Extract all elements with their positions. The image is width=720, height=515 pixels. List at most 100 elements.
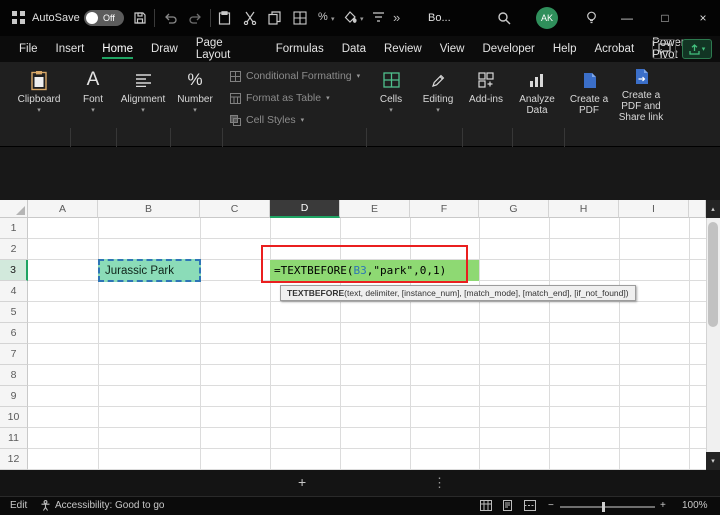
create-pdf-button[interactable]: Create a PDF — [566, 68, 612, 116]
zoom-level[interactable]: 100% — [682, 500, 708, 511]
conditional-formatting-button[interactable]: Conditional Formatting ▾ — [230, 70, 360, 82]
column-header-c[interactable]: C — [200, 200, 270, 218]
chevron-down-icon: ▾ — [356, 73, 361, 80]
percent-icon: % — [187, 70, 203, 89]
divider — [154, 9, 155, 27]
autosave-label: AutoSave — [32, 12, 80, 24]
analyze-data-button[interactable]: Analyze Data — [514, 68, 560, 116]
column-header-f[interactable]: F — [410, 200, 479, 218]
close-button[interactable]: × — [686, 0, 720, 36]
tab-page-layout[interactable]: Page Layout — [187, 36, 267, 62]
row-header-2[interactable]: 2 — [0, 239, 28, 260]
select-all-triangle-icon — [16, 206, 25, 215]
row-header-10[interactable]: 10 — [0, 407, 28, 428]
vertical-scrollbar-thumb[interactable] — [708, 222, 718, 327]
tab-acrobat[interactable]: Acrobat — [586, 36, 644, 62]
select-all-button[interactable] — [0, 200, 28, 218]
font-group-button[interactable]: A Font ▾ — [72, 68, 114, 114]
paste-icon[interactable] — [218, 11, 231, 25]
tab-formulas[interactable]: Formulas — [267, 36, 333, 62]
undo-icon[interactable] — [163, 11, 178, 25]
cells-group-button[interactable]: Cells ▾ — [368, 68, 414, 114]
search-icon[interactable] — [497, 11, 511, 25]
save-icon[interactable] — [133, 11, 147, 25]
chevron-down-icon: ▾ — [37, 107, 41, 114]
alignment-icon — [135, 68, 152, 92]
new-sheet-icon[interactable]: + — [298, 474, 306, 490]
add-ins-button[interactable]: Add-ins — [464, 68, 508, 105]
column-header-g[interactable]: G — [479, 200, 549, 218]
zoom-slider[interactable] — [560, 506, 655, 508]
fill-color-icon[interactable] — [344, 11, 357, 24]
row-header-8[interactable]: 8 — [0, 365, 28, 386]
chevron-down-icon[interactable]: ▾ — [331, 15, 335, 23]
page-layout-view-icon[interactable] — [502, 500, 513, 511]
cell-b3[interactable]: Jurassic Park — [98, 259, 201, 282]
row-header-11[interactable]: 11 — [0, 428, 28, 449]
row-header-4[interactable]: 4 — [0, 281, 28, 302]
sort-filter-icon[interactable] — [372, 11, 385, 24]
alignment-group-button[interactable]: Alignment ▾ — [118, 68, 168, 114]
minimize-button[interactable]: — — [610, 0, 644, 36]
cell-styles-button[interactable]: Cell Styles ▾ — [230, 114, 304, 126]
normal-view-icon[interactable] — [480, 500, 492, 511]
accessibility-status[interactable]: Accessibility: Good to go — [55, 500, 165, 511]
create-pdf-share-button[interactable]: Create a PDF and Share link — [614, 64, 668, 123]
chevron-down-icon[interactable]: ▾ — [360, 15, 364, 23]
page-break-view-icon[interactable] — [524, 500, 536, 511]
gridline — [98, 218, 99, 470]
accessibility-icon[interactable] — [40, 500, 51, 511]
zoom-in-icon[interactable]: + — [660, 500, 666, 511]
row-header-1[interactable]: 1 — [0, 218, 28, 239]
percent-style-icon[interactable]: % — [318, 11, 328, 23]
row-header-5[interactable]: 5 — [0, 302, 28, 323]
zoom-out-icon[interactable]: − — [548, 500, 554, 511]
column-header-i[interactable]: I — [619, 200, 689, 218]
app-launcher-icon[interactable] — [12, 11, 25, 24]
column-header-a[interactable]: A — [28, 200, 98, 218]
column-header-h[interactable]: H — [549, 200, 619, 218]
format-as-table-button[interactable]: Format as Table ▾ — [230, 92, 330, 104]
comments-button[interactable] — [652, 39, 676, 59]
tab-data[interactable]: Data — [333, 36, 375, 62]
column-header-partial[interactable] — [689, 200, 706, 218]
maximize-button[interactable]: □ — [648, 0, 682, 36]
row-header-7[interactable]: 7 — [0, 344, 28, 365]
account-avatar[interactable]: AK — [536, 7, 558, 29]
column-header-b[interactable]: B — [98, 200, 200, 218]
tab-insert[interactable]: Insert — [47, 36, 94, 62]
tab-file[interactable]: File — [10, 36, 47, 62]
number-group-button[interactable]: % Number ▾ — [172, 68, 218, 114]
row-header-12[interactable]: 12 — [0, 449, 28, 470]
tab-home[interactable]: Home — [93, 36, 142, 62]
borders-icon[interactable] — [293, 11, 307, 25]
scroll-up-icon[interactable]: ▴ — [706, 200, 720, 218]
cut-scissors-icon[interactable] — [243, 11, 257, 25]
tab-review[interactable]: Review — [375, 36, 431, 62]
divider — [210, 9, 211, 27]
share-button[interactable]: ▾ — [682, 39, 712, 59]
chevron-down-icon: ▾ — [701, 46, 706, 53]
tab-developer[interactable]: Developer — [473, 36, 543, 62]
excel-window: AutoSave Off % ▾ ▾ » Bo... AK — □ × File… — [0, 0, 720, 515]
row-header-6[interactable]: 6 — [0, 323, 28, 344]
redo-icon[interactable] — [188, 11, 203, 25]
row-header-9[interactable]: 9 — [0, 386, 28, 407]
autosave-toggle[interactable]: Off — [84, 10, 124, 26]
editing-group-button[interactable]: Editing ▾ — [416, 68, 460, 114]
workbook-title[interactable]: Bo... — [428, 12, 451, 24]
tab-view[interactable]: View — [431, 36, 474, 62]
lightbulb-icon[interactable] — [585, 11, 598, 25]
more-commands-icon[interactable]: » — [393, 10, 400, 25]
tab-draw[interactable]: Draw — [142, 36, 187, 62]
column-header-e[interactable]: E — [340, 200, 410, 218]
zoom-slider-thumb[interactable] — [602, 502, 605, 512]
scroll-down-icon[interactable]: ▾ — [706, 452, 720, 470]
tab-options-icon[interactable]: ⋮ — [433, 475, 446, 491]
column-header-d[interactable]: D — [270, 200, 340, 218]
tab-help[interactable]: Help — [544, 36, 586, 62]
copy-icon[interactable] — [268, 11, 281, 25]
row-header-3[interactable]: 3 — [0, 260, 28, 281]
sheet-tab-bar: ‹ › example 1 and 2 example 3 + ⋮ — [0, 470, 720, 496]
clipboard-group-button[interactable]: Clipboard ▾ — [12, 68, 66, 114]
